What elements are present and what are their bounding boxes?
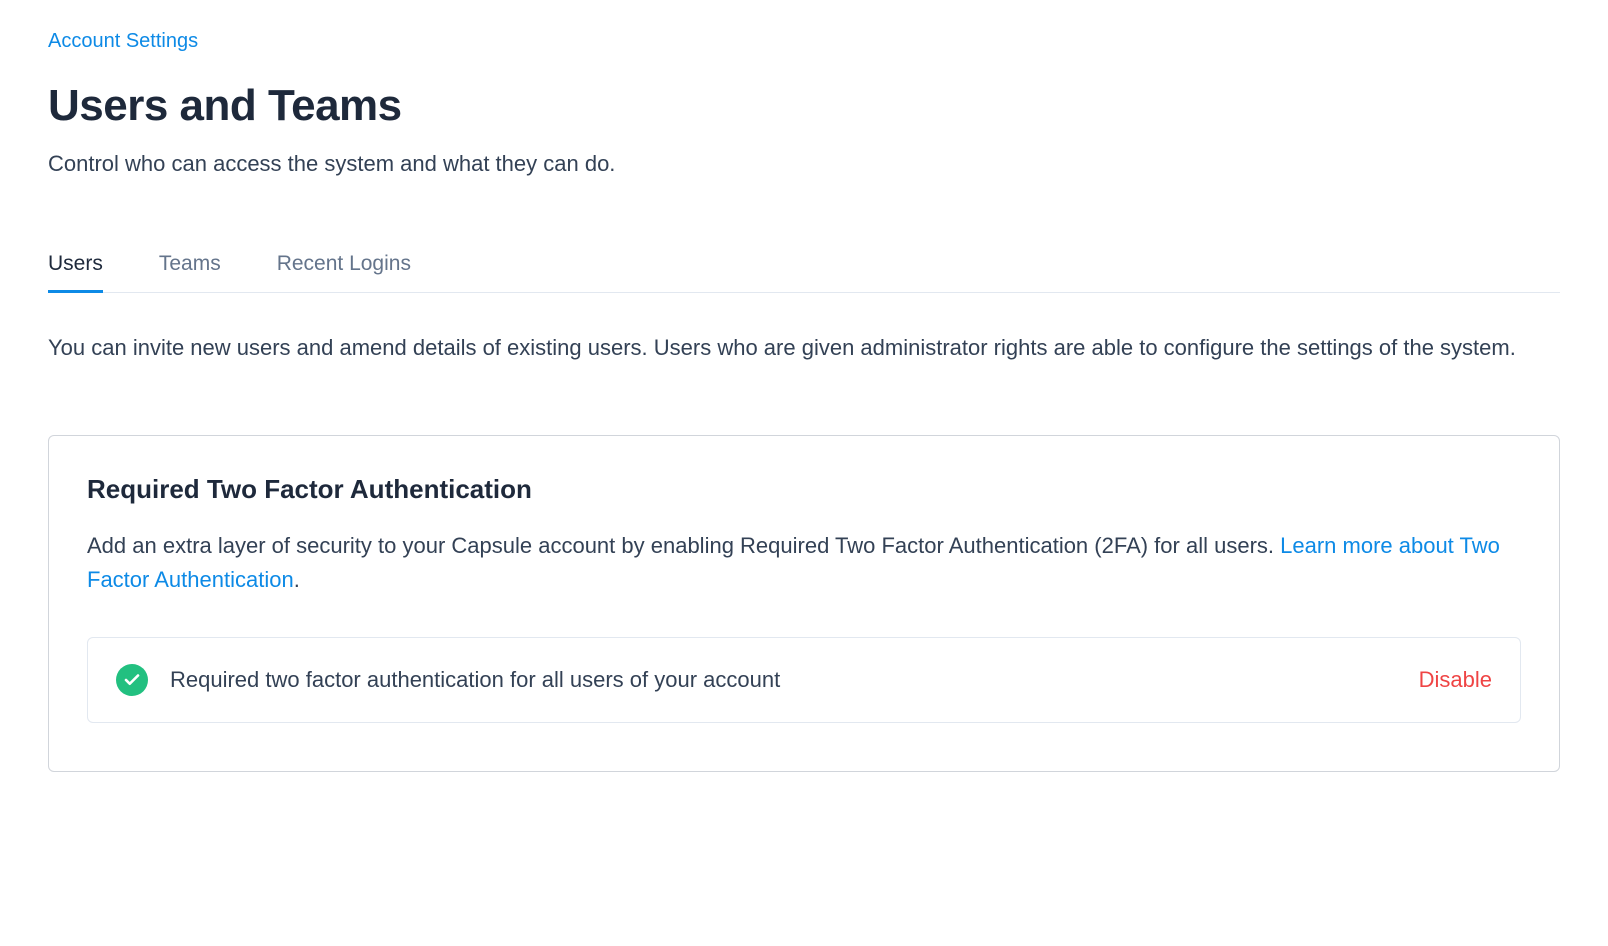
twofa-description-period: . — [294, 567, 300, 592]
twofa-panel-description: Add an extra layer of security to your C… — [87, 529, 1521, 597]
disable-button[interactable]: Disable — [1419, 667, 1492, 693]
check-icon — [116, 664, 148, 696]
tab-recent-logins[interactable]: Recent Logins — [277, 238, 411, 293]
breadcrumb-account-settings[interactable]: Account Settings — [48, 30, 198, 53]
tab-users[interactable]: Users — [48, 238, 103, 293]
twofa-status-left: Required two factor authentication for a… — [116, 664, 780, 696]
twofa-panel-title: Required Two Factor Authentication — [87, 474, 1521, 505]
tab-teams[interactable]: Teams — [159, 238, 221, 293]
users-tab-description: You can invite new users and amend detai… — [48, 331, 1560, 365]
twofa-status-text: Required two factor authentication for a… — [170, 667, 780, 693]
page-title: Users and Teams — [48, 81, 1560, 131]
twofa-status-row: Required two factor authentication for a… — [87, 637, 1521, 723]
twofa-description-text: Add an extra layer of security to your C… — [87, 533, 1280, 558]
tab-bar: Users Teams Recent Logins — [48, 237, 1560, 293]
page-subtitle: Control who can access the system and wh… — [48, 151, 1560, 177]
twofa-panel: Required Two Factor Authentication Add a… — [48, 435, 1560, 772]
